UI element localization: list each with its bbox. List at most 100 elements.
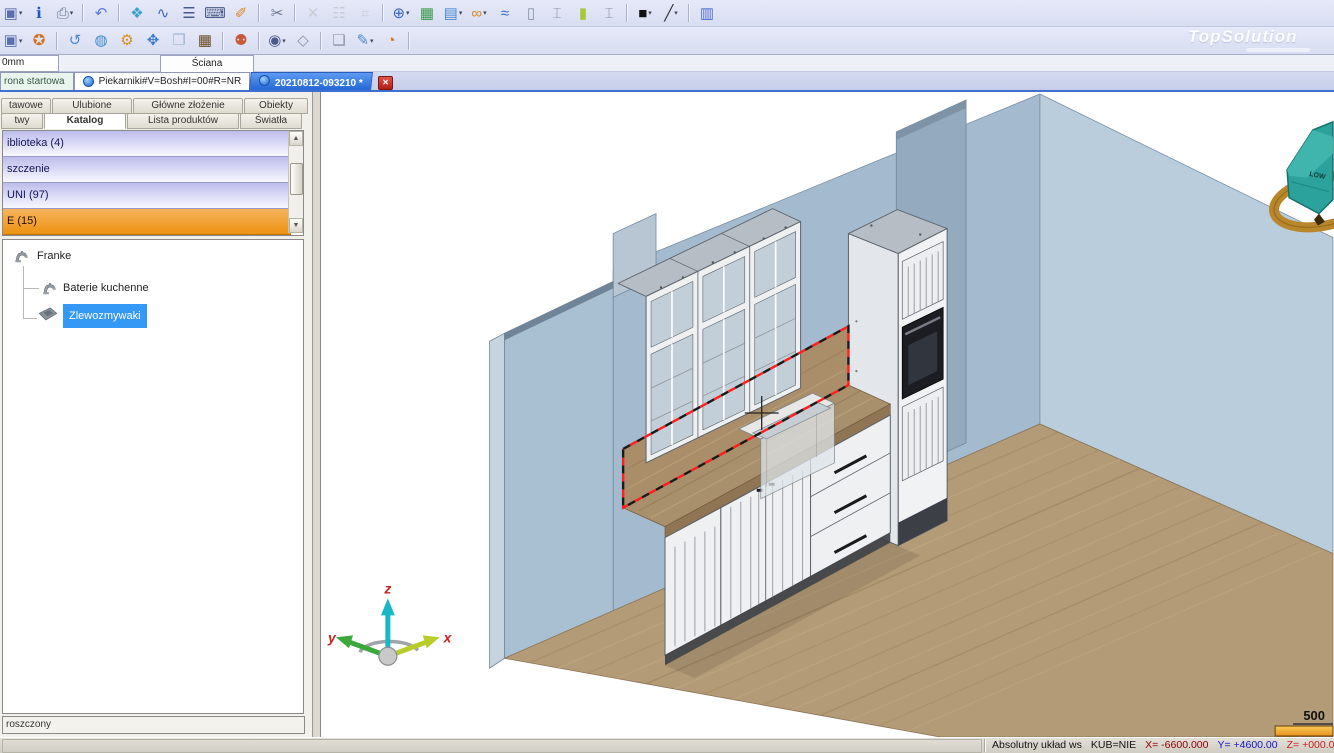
info-button[interactable]: ℹ (27, 2, 51, 24)
visibility-button[interactable]: ◉▾ (265, 30, 289, 52)
notebook-icon: ▥ (700, 6, 714, 21)
sheets-button[interactable]: ❏ (327, 30, 351, 52)
swatch-icon: ▣ (4, 6, 18, 21)
view-mode-button[interactable]: ∞▾ (467, 2, 491, 24)
dimension-field[interactable]: 0mm (0, 55, 59, 72)
chevron-down-icon[interactable]: ▾ (70, 9, 74, 17)
tab-podstawowe[interactable]: tawowe (1, 98, 51, 114)
tree-item-baterie-kuchenne[interactable]: Baterie kuchenne (63, 282, 149, 294)
notebook-button[interactable]: ▥ (695, 2, 719, 24)
cut-button[interactable]: ✂ (265, 2, 289, 24)
chevron-down-icon[interactable]: ▾ (19, 9, 23, 17)
tab-ulubione[interactable]: Ulubione (52, 98, 132, 114)
tab-glowne-zlozenie[interactable]: Główne złożenie (133, 98, 243, 114)
chevron-down-icon[interactable]: ▾ (674, 9, 678, 17)
color-picker-button[interactable]: ■▾ (633, 2, 657, 24)
paste-icon: ⌗ (361, 6, 369, 21)
swatch-button[interactable]: ▣▾ (1, 2, 25, 24)
chevron-down-icon[interactable]: ▾ (370, 37, 374, 45)
print-button[interactable]: ⎙▾ (53, 2, 77, 24)
chevron-down-icon[interactable]: ▾ (19, 37, 23, 45)
scroll-up-button[interactable]: ▲ (289, 131, 303, 146)
paste-button[interactable]: ⌗ (353, 2, 377, 24)
viewport-3d[interactable]: z y x LOW 500 (321, 92, 1334, 737)
line-style-icon: ╱ (664, 6, 673, 21)
erase-button[interactable]: ✕ (301, 2, 325, 24)
category-biblioteka[interactable]: iblioteka (4) (3, 131, 291, 157)
toolbar-separator (118, 4, 120, 22)
cylinder-button[interactable]: ▯ (519, 2, 543, 24)
rotate-button[interactable]: ↺ (63, 30, 87, 52)
sidebar-footer-status: roszczony (2, 716, 305, 734)
edit-sheet-button[interactable]: ✎▾ (353, 30, 377, 52)
materials-button[interactable]: ❖ (125, 2, 149, 24)
scissors-icon: ✂ (271, 6, 284, 21)
category-uni[interactable]: UNI (97) (3, 183, 291, 209)
brand-watermark-subline (1246, 48, 1310, 52)
sink-icon (37, 306, 59, 328)
render-button[interactable]: ▤▾ (441, 2, 465, 24)
zoom-in-icon: ⊕ (392, 6, 405, 21)
copy-icon: ❒ (172, 33, 185, 48)
tab-piekarniki[interactable]: Piekarniki#V=Bosh#I=00#R=NR (74, 72, 251, 90)
bolt-2-button[interactable]: ⌶ (597, 2, 621, 24)
tab-current-project[interactable]: 20210812-093210 * (249, 72, 373, 90)
sliders-button[interactable]: ☰ (177, 2, 201, 24)
bolt-icon: ⌶ (604, 6, 613, 21)
wall-context-tab[interactable]: Ściana (160, 55, 254, 72)
sliders-icon: ☰ (182, 6, 195, 21)
preview-object[interactable]: LOW (1269, 122, 1334, 236)
tab-obiekty[interactable]: Obiekty (244, 98, 308, 114)
check-model-button[interactable]: ✪ (27, 30, 51, 52)
axis-triad[interactable]: z y x (327, 580, 453, 665)
panel-splitter[interactable] (313, 92, 321, 737)
chest-icon: ▦ (198, 33, 212, 48)
freeform-button[interactable]: ∿ (151, 2, 175, 24)
freeform-icon: ∿ (157, 6, 170, 21)
tree-item-franke[interactable]: Franke (37, 250, 71, 262)
zoom-window-button[interactable]: ▦ (415, 2, 439, 24)
chevron-down-icon[interactable]: ▾ (648, 9, 652, 17)
library-chest-button[interactable]: ▦ (193, 30, 217, 52)
tab-start-page[interactable]: rona startowa (0, 72, 74, 90)
line-style-button[interactable]: ╱▾ (659, 2, 683, 24)
scrollbar-thumb[interactable] (290, 163, 303, 195)
close-tab-button[interactable]: ✕ (378, 76, 393, 90)
ring-tool-button[interactable]: ◔ (379, 30, 403, 52)
undo-button[interactable]: ↶ (89, 2, 113, 24)
left-wall[interactable] (505, 281, 614, 658)
wrench-button[interactable]: ⚙ (115, 30, 139, 52)
move-button[interactable]: ✥ (141, 30, 165, 52)
tree-item-zlewozmywaki[interactable]: Zlewozmywaki (63, 304, 147, 328)
cube-button[interactable]: ◇ (291, 30, 315, 52)
category-selected[interactable]: E (15) (3, 209, 291, 235)
scroll-down-button[interactable]: ▼ (289, 218, 303, 233)
copy-button[interactable]: ❒ (167, 30, 191, 52)
bolt-button[interactable]: ⌶ (545, 2, 569, 24)
tab-warstwy[interactable]: twy (1, 113, 43, 129)
zoom-in-button[interactable]: ⊕▾ (389, 2, 413, 24)
scene-3d[interactable]: z y x LOW 500 (321, 92, 1334, 737)
component-button[interactable]: ▣▾ (1, 30, 25, 52)
category-scrollbar[interactable]: ▲ ▼ (288, 131, 303, 233)
hatch-button[interactable]: ☷ (327, 2, 351, 24)
catalog-category-list: iblioteka (4) szczenie UNI (97) E (15) ▲… (2, 130, 304, 236)
category-oszczenie[interactable]: szczenie (3, 157, 291, 183)
chevron-down-icon[interactable]: ▾ (406, 9, 410, 17)
secondary-toolbar: ▣▾ ✪ ↺ ◍ ⚙ ✥ ❒ ▦ ⚉ ◉▾ ◇ ❏ ✎▾ ◔ (0, 27, 1334, 55)
tab-swiatla[interactable]: Światła (240, 113, 302, 129)
chevron-down-icon[interactable]: ▾ (483, 9, 487, 17)
chevron-down-icon[interactable]: ▾ (459, 9, 463, 17)
tab-katalog[interactable]: Katalog (44, 113, 126, 129)
keyboard-button[interactable]: ⌨ (203, 2, 227, 24)
toolbar-separator (258, 4, 260, 22)
wave-button[interactable]: ≈ (493, 2, 517, 24)
catalog-tree: Franke Baterie kuchenne Zlewozmywaki (2, 239, 304, 714)
cylinder-green-button[interactable]: ▮ (571, 2, 595, 24)
person-button[interactable]: ⚉ (229, 30, 253, 52)
tab-lista-produktow[interactable]: Lista produktów (127, 113, 239, 129)
toolbar-separator (626, 4, 628, 22)
chevron-down-icon[interactable]: ▾ (282, 37, 286, 45)
measure-button[interactable]: ✐ (229, 2, 253, 24)
bucket-button[interactable]: ◍ (89, 30, 113, 52)
